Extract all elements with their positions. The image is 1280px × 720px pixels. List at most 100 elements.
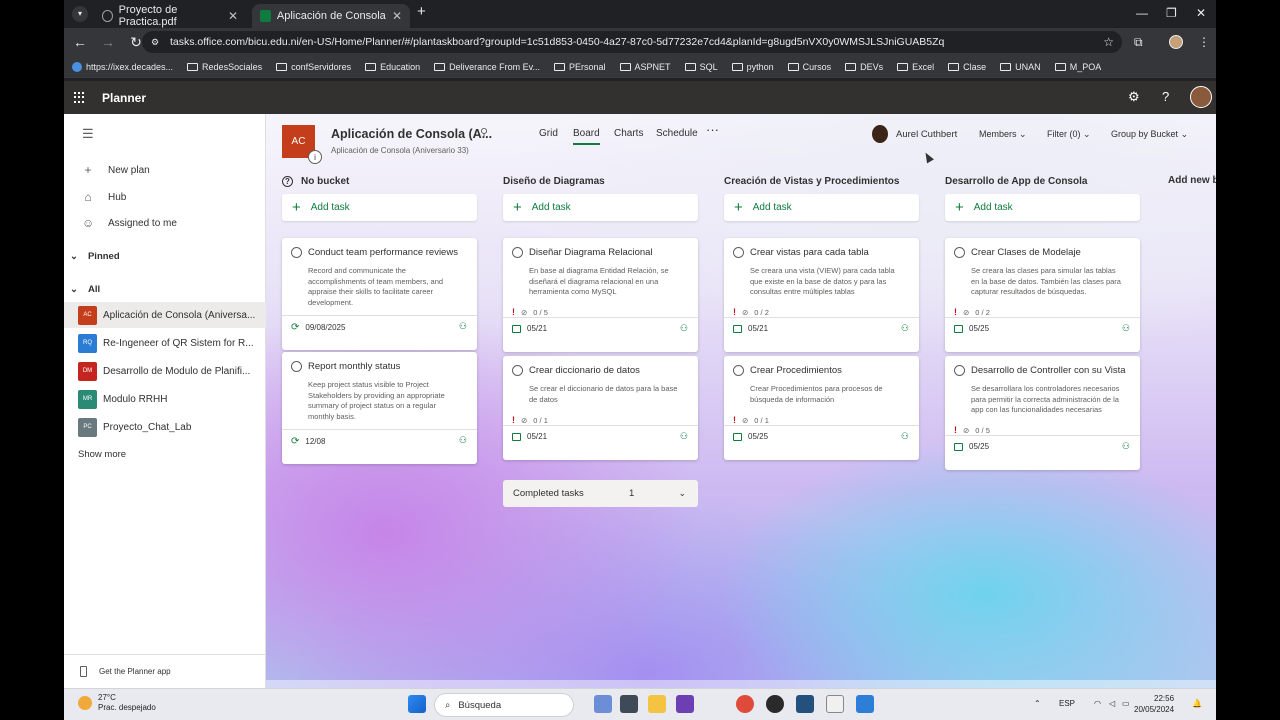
volume-icon[interactable]: ◁ bbox=[1109, 699, 1115, 708]
windows-start-icon[interactable] bbox=[408, 695, 426, 713]
assign-user-icon[interactable]: ⚇ bbox=[680, 431, 688, 442]
vscode-icon[interactable] bbox=[856, 695, 874, 713]
bookmark-item[interactable]: Education bbox=[365, 62, 420, 72]
profile-icon[interactable] bbox=[1169, 35, 1183, 49]
close-window-button[interactable]: ✕ bbox=[1196, 6, 1206, 20]
task-card[interactable]: Report monthly status Keep project status… bbox=[282, 352, 477, 464]
bookmark-item[interactable]: Cursos bbox=[787, 62, 831, 72]
complete-task-checkbox[interactable] bbox=[733, 365, 744, 376]
close-tab-icon[interactable]: ✕ bbox=[228, 9, 238, 23]
members-button[interactable]: Members ⌄ bbox=[979, 129, 1027, 140]
extensions-icon[interactable]: ⧉ bbox=[1134, 35, 1143, 50]
chrome-icon[interactable] bbox=[736, 695, 754, 713]
notifications-icon[interactable]: 🔔 bbox=[1192, 699, 1202, 708]
bookmark-item[interactable]: https://ixex.decades... bbox=[72, 61, 173, 72]
notepad-icon[interactable] bbox=[826, 695, 844, 713]
wifi-icon[interactable]: ◠ bbox=[1094, 699, 1101, 708]
task-card[interactable]: Crear Procedimientos Crear Procedimientos… bbox=[724, 356, 919, 460]
add-task-button[interactable]: + Add task bbox=[282, 194, 477, 221]
add-new-bucket-button[interactable]: Add new bu bbox=[1168, 175, 1216, 186]
assign-user-icon[interactable]: ⚇ bbox=[901, 323, 909, 334]
task-title[interactable]: Desarrollo de Controller con su Vista bbox=[971, 365, 1126, 376]
task-card[interactable]: Diseñar Diagrama Relacional En base al di… bbox=[503, 238, 698, 352]
minimize-button[interactable]: — bbox=[1136, 6, 1148, 20]
task-card[interactable]: Crear Clases de Modelaje Se creara las cl… bbox=[945, 238, 1140, 352]
tab-search-icon[interactable]: ▾ bbox=[72, 6, 88, 22]
bookmark-item[interactable]: UNAN bbox=[1000, 62, 1041, 72]
show-more-link[interactable]: Show more bbox=[78, 449, 126, 460]
close-tab-icon[interactable]: ✕ bbox=[392, 9, 402, 23]
menu-icon[interactable]: ⋮ bbox=[1198, 35, 1210, 49]
task-card[interactable]: Conduct team performance reviews Record a… bbox=[282, 238, 477, 350]
assign-user-icon[interactable]: ⚇ bbox=[459, 321, 467, 332]
complete-task-checkbox[interactable] bbox=[291, 247, 302, 258]
get-app-link[interactable]: Get the Planner app bbox=[64, 654, 266, 688]
completed-tasks-toggle[interactable]: Completed tasks 1 ⌄ bbox=[503, 480, 698, 507]
bookmark-item[interactable]: Deliverance From Ev... bbox=[434, 62, 540, 72]
filter-button[interactable]: Filter (0) ⌄ bbox=[1047, 129, 1091, 140]
task-title[interactable]: Crear Procedimientos bbox=[750, 365, 842, 376]
app-launcher-icon[interactable] bbox=[74, 91, 86, 104]
plan-item[interactable]: RQ Re-Ingeneer of QR Sistem for R... bbox=[64, 330, 266, 356]
bookmark-item[interactable]: Excel bbox=[897, 62, 934, 72]
assigned-to-me-link[interactable]: ☺ Assigned to me bbox=[82, 216, 177, 230]
taskbar-search[interactable]: ⌕ Búsqueda bbox=[434, 693, 574, 717]
task-title[interactable]: Diseñar Diagrama Relacional bbox=[529, 247, 653, 258]
task-due-date[interactable]: 05/25 bbox=[954, 324, 989, 333]
copilot-icon[interactable] bbox=[594, 695, 612, 713]
lang-indicator[interactable]: ESP bbox=[1059, 699, 1075, 708]
tab-grid[interactable]: Grid bbox=[539, 128, 558, 139]
battery-icon[interactable]: ▭ bbox=[1122, 699, 1130, 708]
back-icon[interactable]: ← bbox=[68, 34, 92, 50]
bookmark-item[interactable]: PErsonal bbox=[554, 62, 606, 72]
account-avatar[interactable] bbox=[1190, 86, 1212, 108]
task-title[interactable]: Crear vistas para cada tabla bbox=[750, 247, 869, 258]
tab-pdf[interactable]: Proyecto de Practica.pdf ✕ bbox=[94, 4, 246, 28]
bookmark-item[interactable]: SQL bbox=[684, 62, 718, 72]
task-due-date[interactable]: 05/21 bbox=[733, 324, 768, 333]
weather-widget[interactable]: 27°C Prac. despejado bbox=[78, 693, 156, 713]
tab-schedule[interactable]: Schedule bbox=[656, 128, 698, 139]
bookmark-star-icon[interactable]: ☆ bbox=[1103, 35, 1114, 49]
task-title[interactable]: Crear Clases de Modelaje bbox=[971, 247, 1081, 258]
info-icon[interactable]: i bbox=[308, 150, 322, 164]
all-section[interactable]: ⌄ All bbox=[70, 284, 100, 295]
complete-task-checkbox[interactable] bbox=[512, 365, 523, 376]
more-options-button[interactable]: ··· bbox=[706, 122, 719, 137]
task-due-date[interactable]: 05/21 bbox=[512, 324, 547, 333]
task-card[interactable]: Desarrollo de Controller con su Vista Se … bbox=[945, 356, 1140, 470]
settings-gear-icon[interactable]: ⚙ bbox=[1128, 89, 1140, 105]
task-card[interactable]: Crear diccionario de datos Se crear el di… bbox=[503, 356, 698, 460]
horizontal-scrollbar[interactable] bbox=[266, 680, 1216, 688]
task-due-date[interactable]: 05/21 bbox=[512, 432, 547, 441]
complete-task-checkbox[interactable] bbox=[954, 247, 965, 258]
pinned-section[interactable]: ⌄ Pinned bbox=[70, 251, 120, 262]
bucket-header[interactable]: Creación de Vistas y Procedimientos bbox=[724, 174, 919, 188]
user-chip[interactable]: Aurel Cuthbert bbox=[872, 125, 957, 143]
app-title[interactable]: Planner bbox=[102, 91, 146, 105]
sql-server-icon[interactable] bbox=[796, 695, 814, 713]
task-title[interactable]: Crear diccionario de datos bbox=[529, 365, 640, 376]
pin-icon[interactable]: ⚲ bbox=[480, 126, 488, 139]
group-by-button[interactable]: Group by Bucket ⌄ bbox=[1111, 129, 1188, 140]
bookmark-item[interactable]: Clase bbox=[948, 62, 986, 72]
tab-board[interactable]: Board bbox=[573, 128, 600, 145]
task-title[interactable]: Report monthly status bbox=[308, 361, 400, 372]
bookmark-item[interactable]: ASPNET bbox=[619, 62, 671, 72]
maximize-button[interactable]: ❐ bbox=[1166, 6, 1177, 20]
plan-item[interactable]: PC Proyecto_Chat_Lab bbox=[64, 414, 266, 440]
tab-charts[interactable]: Charts bbox=[614, 128, 643, 139]
forward-icon[interactable]: → bbox=[96, 34, 120, 50]
plan-item[interactable]: AC Aplicación de Consola (Aniversa... bbox=[64, 302, 266, 328]
complete-task-checkbox[interactable] bbox=[291, 361, 302, 372]
task-title[interactable]: Conduct team performance reviews bbox=[308, 247, 458, 258]
file-explorer-icon[interactable] bbox=[648, 695, 666, 713]
assign-user-icon[interactable]: ⚇ bbox=[459, 435, 467, 446]
bucket-header[interactable]: Desarrollo de App de Consola bbox=[945, 174, 1140, 188]
hub-link[interactable]: ⌂ Hub bbox=[82, 190, 126, 204]
url-field[interactable]: ⚙ tasks.office.com/bicu.edu.ni/en-US/Hom… bbox=[142, 31, 1122, 53]
tray-chevron-icon[interactable]: ⌃ bbox=[1034, 699, 1041, 708]
bucket-header[interactable]: Diseño de Diagramas bbox=[503, 174, 698, 188]
github-icon[interactable] bbox=[766, 695, 784, 713]
assign-user-icon[interactable]: ⚇ bbox=[901, 431, 909, 442]
